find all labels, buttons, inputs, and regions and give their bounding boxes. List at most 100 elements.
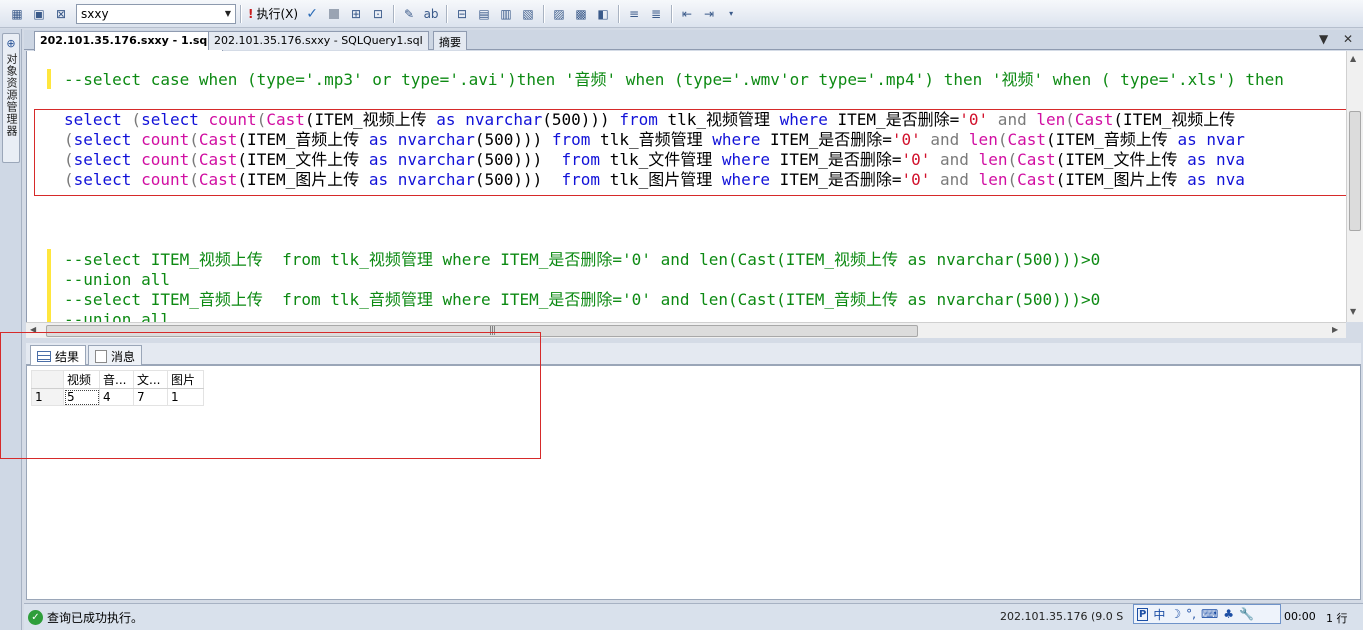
code-token: ( (1065, 110, 1075, 129)
results-grid-area: 视频 音... 文... 图片 1 5 4 7 1 (26, 365, 1361, 600)
uncomment-icon[interactable]: ≣ (646, 4, 666, 24)
code-token: ( (64, 130, 74, 149)
change-marker (47, 249, 51, 322)
code-token: ( (189, 130, 199, 149)
code-token: tlk_视频管理 (657, 110, 780, 129)
toolbar-separator (393, 4, 395, 23)
grid-cell[interactable]: 5 (63, 388, 100, 406)
results-to-file-icon[interactable]: ▧ (518, 4, 538, 24)
status-elapsed-time: 00:00 (1284, 610, 1316, 623)
column-header[interactable]: 图片 (167, 370, 204, 389)
grid-cell[interactable]: 1 (167, 388, 204, 406)
tab-summary[interactable]: 摘要 (433, 31, 467, 50)
disconnect-icon[interactable]: ⊠ (51, 4, 71, 24)
code-token: (ITEM_文件上传 (237, 150, 369, 169)
row-number[interactable]: 1 (31, 388, 64, 406)
ime-punctuation-icon[interactable]: °, (1186, 607, 1196, 621)
table-row[interactable]: 1 5 4 7 1 (31, 388, 204, 406)
results-to-icon[interactable]: ▨ (549, 4, 569, 24)
code-token: as (1177, 130, 1197, 149)
code-token: len (968, 130, 998, 149)
comment-out-icon[interactable]: ≡ (624, 4, 644, 24)
stop-icon[interactable] (324, 4, 344, 24)
ime-chinese-mode[interactable]: 中 (1153, 606, 1165, 623)
toolbar-separator (671, 4, 673, 23)
scroll-up-icon[interactable]: ▲ (1350, 54, 1356, 63)
query-designer-icon[interactable]: ⊡ (368, 4, 388, 24)
code-token: Cast (198, 130, 238, 149)
code-line: --union all (64, 310, 170, 322)
column-header[interactable]: 文... (133, 370, 168, 389)
ime-logo-icon: P (1137, 607, 1149, 621)
editor-horizontal-scrollbar[interactable]: ◀ ||| ▶ (26, 322, 1346, 338)
ime-skin-icon[interactable]: ♣ (1223, 607, 1234, 621)
toolbar-overflow-icon[interactable]: ▾ (721, 4, 741, 24)
tab-1-sql[interactable]: 202.101.35.176.sxxy - 1.sql* (34, 31, 223, 51)
code-line: --union all (64, 270, 170, 290)
code-token: len (1036, 110, 1066, 129)
client-stats-icon[interactable]: ▤ (474, 4, 494, 24)
tab-list-icon[interactable]: ▼ (1319, 32, 1328, 46)
parse-check-icon[interactable]: ✓ (302, 4, 322, 24)
code-token: len (978, 170, 1008, 189)
code-line: --select ITEM_视频上传 from tlk_视频管理 where I… (64, 250, 1100, 270)
save-results-icon[interactable]: ◧ (593, 4, 613, 24)
code-token: '0' (959, 110, 989, 129)
grip-icon: ||| (489, 326, 496, 336)
tab-sqlquery1[interactable]: 202.101.35.176.sxxy - SQLQuery1.sql (208, 31, 429, 50)
ime-settings-icon[interactable]: 🔧 (1239, 607, 1254, 621)
scroll-right-icon[interactable]: ▶ (1332, 325, 1338, 334)
code-token: ( (64, 170, 74, 189)
close-icon[interactable]: ✕ (1343, 32, 1353, 46)
include-plan-icon[interactable]: ⊟ (452, 4, 472, 24)
scroll-down-icon[interactable]: ▼ (1350, 307, 1356, 316)
column-header[interactable]: 音... (99, 370, 134, 389)
database-select[interactable]: sxxy ▼ (76, 3, 236, 24)
grid-cell[interactable]: 4 (99, 388, 134, 406)
connect-icon[interactable]: ▦ (7, 4, 27, 24)
results-to-text-icon[interactable]: ▥ (496, 4, 516, 24)
ime-moon-icon[interactable]: ☽ (1170, 607, 1181, 621)
ime-toolbar[interactable]: P 中 ☽ °, ⌨ ♣ 🔧 (1133, 604, 1281, 624)
scroll-left-icon[interactable]: ◀ (30, 325, 36, 334)
code-token: (ITEM_图片上传 (237, 170, 369, 189)
code-token: nvar (1196, 130, 1245, 149)
intellisense-icon[interactable]: ab (421, 4, 441, 24)
execute-button[interactable]: ! 执行(X) (245, 4, 301, 24)
tab-results[interactable]: 结果 (30, 345, 87, 365)
pin-icon: ⊕ (6, 37, 16, 50)
code-token: --select ITEM_视频上传 from tlk_视频管理 where I… (64, 250, 1101, 269)
code-token: (ITEM_图片上传 (1055, 170, 1188, 189)
grid-cell[interactable]: 7 (133, 388, 168, 406)
change-marker (47, 69, 51, 89)
code-token: --union all (64, 310, 170, 322)
specify-values-icon[interactable]: ✎ (399, 4, 419, 24)
code-token: and (920, 130, 969, 149)
message-icon (95, 350, 107, 363)
display-plan-icon[interactable]: ⊞ (346, 4, 366, 24)
code-token: Cast (1074, 110, 1114, 129)
code-token: ( (256, 110, 267, 129)
code-token: ( (189, 170, 199, 189)
column-header[interactable]: 视频 (63, 370, 100, 389)
sql-editor[interactable]: --select case when (type='.mp3' or type=… (26, 51, 1361, 322)
ime-keyboard-icon[interactable]: ⌨ (1201, 607, 1218, 621)
results-to-grid-icon[interactable]: ▩ (571, 4, 591, 24)
code-token: count (141, 150, 190, 169)
increase-indent-icon[interactable]: ⇥ (699, 4, 719, 24)
code-token: as (368, 170, 389, 189)
scroll-thumb[interactable] (1349, 111, 1361, 231)
code-token: select (64, 110, 122, 129)
code-token: count (141, 130, 190, 149)
code-line: select (select count(Cast(ITEM_视频上传 as n… (64, 110, 1235, 130)
editor-vertical-scrollbar[interactable]: ▲ ▼ (1346, 51, 1363, 322)
decrease-indent-icon[interactable]: ⇤ (677, 4, 697, 24)
scroll-thumb[interactable]: ||| (46, 325, 918, 337)
code-token: and (930, 150, 979, 169)
code-token: as (436, 110, 456, 129)
object-explorer-tab[interactable]: ⊕ 对象资源管理器 (2, 33, 20, 163)
change-connection-icon[interactable]: ▣ (29, 4, 49, 24)
tab-messages[interactable]: 消息 (88, 345, 143, 365)
